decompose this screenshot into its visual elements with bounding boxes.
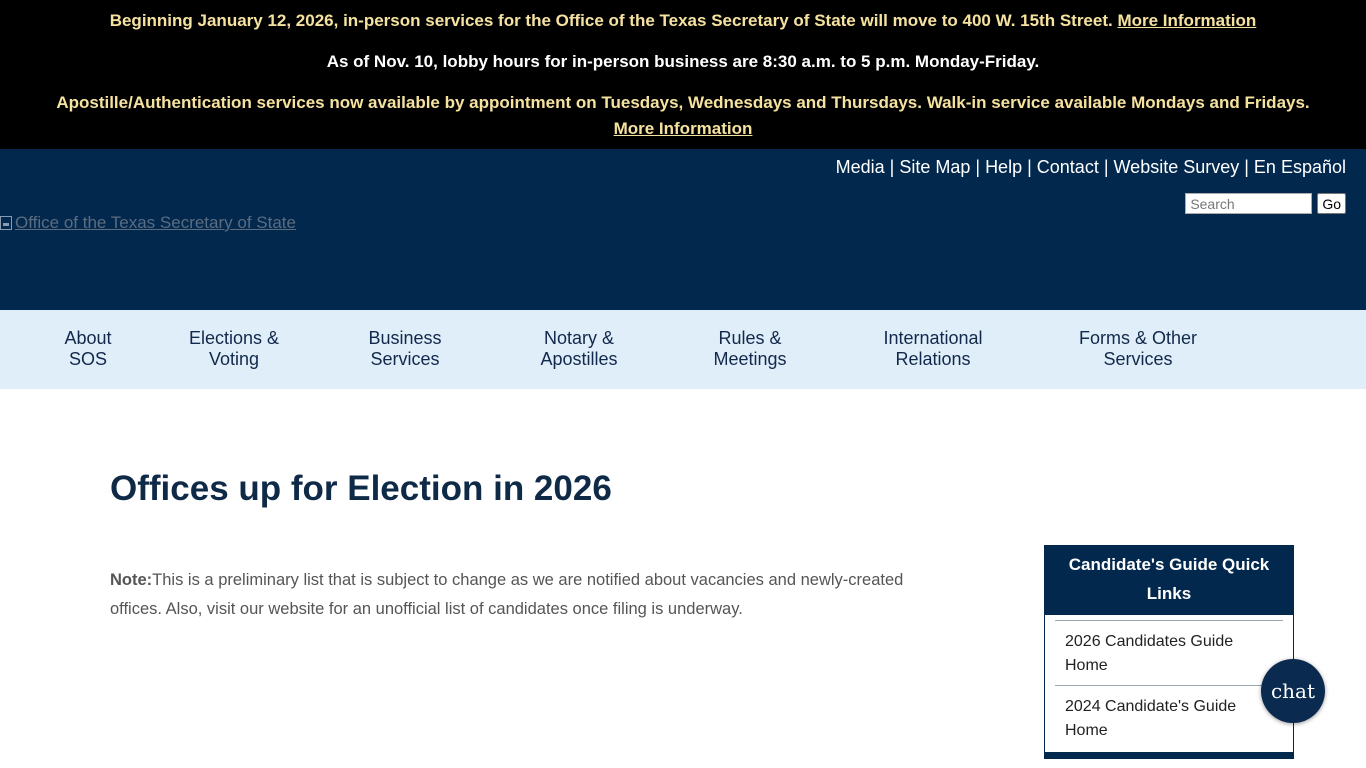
utility-help-link[interactable]: Help — [985, 157, 1022, 177]
utility-nav: Media | Site Map | Help | Contact | Website Surv… — [836, 157, 1346, 178]
quick-link-2024-candidates-guide[interactable]: 2024 Candidate's Guide Home — [1055, 685, 1283, 750]
utility-website-survey-link[interactable]: Website Survey — [1114, 157, 1240, 177]
page-title: Offices up for Election in 2026 — [110, 469, 612, 508]
main-nav: About SOS Elections & Voting Business Se… — [0, 310, 1366, 389]
alert-relocation-more-info-link[interactable]: More Information — [1117, 11, 1256, 30]
site-header: Media | Site Map | Help | Contact | Website Surv… — [0, 149, 1366, 310]
alert-lobby-hours: As of Nov. 10, lobby hours for in-person… — [326, 52, 1040, 71]
utility-separator: | — [1103, 157, 1109, 177]
utility-contact-link[interactable]: Contact — [1037, 157, 1099, 177]
utility-site-map-link[interactable]: Site Map — [899, 157, 970, 177]
site-logo-link[interactable]: Office of the Texas Secretary of State — [0, 213, 296, 233]
utility-en-espanol-link[interactable]: En Español — [1254, 157, 1346, 177]
utility-separator: | — [1244, 157, 1249, 177]
note-text: This is a preliminary list that is subje… — [110, 571, 904, 618]
alert-apostille-text: Apostille/Authentication services now av… — [56, 93, 1310, 112]
alert-relocation-text: Beginning January 12, 2026, in-person se… — [109, 11, 1118, 30]
note-label: Note: — [110, 571, 153, 589]
alert-apostille-more-info-link[interactable]: More Information — [614, 119, 753, 138]
utility-separator: | — [975, 157, 981, 177]
nav-item-international-relations[interactable]: International Relations — [883, 328, 982, 370]
nav-item-about-sos[interactable]: About SOS — [64, 328, 111, 370]
quick-links-title: Candidate's Guide Quick Links — [1045, 546, 1293, 615]
utility-separator: | — [1027, 157, 1032, 177]
alert-relocation: Beginning January 12, 2026, in-person se… — [0, 8, 1366, 34]
chat-button[interactable]: chat — [1261, 659, 1325, 723]
alert-apostille: Apostille/Authentication services now av… — [0, 90, 1366, 142]
search-form: Go — [1185, 193, 1346, 214]
site-logo-alt-text: Office of the Texas Secretary of State — [15, 213, 296, 232]
quick-links-list: 2026 Candidates Guide Home 2024 Candidat… — [1045, 615, 1293, 750]
search-go-button[interactable]: Go — [1317, 193, 1346, 214]
nav-item-business-services[interactable]: Business Services — [368, 328, 441, 370]
preliminary-note: Note:This is a preliminary list that is … — [110, 566, 950, 624]
candidates-guide-quick-links: Candidate's Guide Quick Links 2026 Candi… — [1044, 545, 1294, 759]
nav-item-notary-apostilles[interactable]: Notary & Apostilles — [540, 328, 617, 370]
alert-banner: Beginning January 12, 2026, in-person se… — [0, 0, 1366, 149]
utility-media-link[interactable]: Media — [836, 157, 885, 177]
nav-item-elections-voting[interactable]: Elections & Voting — [189, 328, 279, 370]
nav-item-rules-meetings[interactable]: Rules & Meetings — [713, 328, 786, 370]
quick-link-2026-candidates-guide[interactable]: 2026 Candidates Guide Home — [1055, 620, 1283, 685]
quick-links-bottom-bar — [1045, 752, 1293, 758]
nav-item-forms-other-services[interactable]: Forms & Other Services — [1079, 328, 1197, 370]
utility-separator: | — [889, 157, 895, 177]
broken-image-icon — [0, 216, 12, 230]
search-input[interactable] — [1185, 193, 1313, 214]
